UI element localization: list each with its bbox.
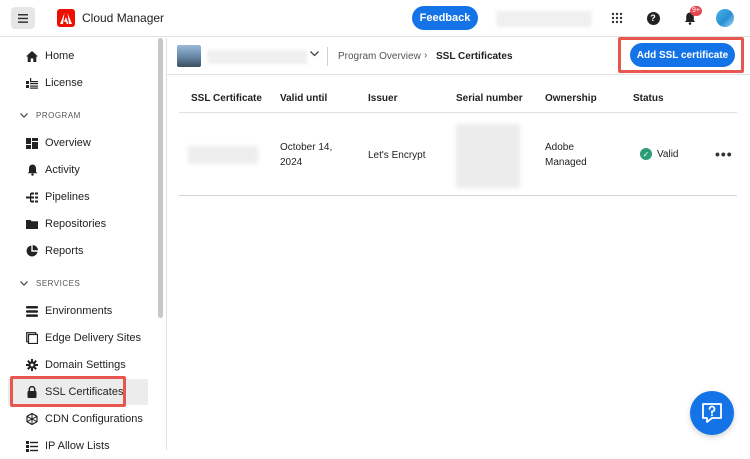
sidebar-item-label: Pipelines (45, 191, 90, 203)
app-title: Cloud Manager (82, 11, 165, 25)
sidebar-item-edge-delivery-sites[interactable]: Edge Delivery Sites (0, 325, 150, 351)
bell-icon[interactable]: 9+ (681, 6, 702, 27)
column-header-serial-number[interactable]: Serial number (456, 93, 523, 104)
sidebar-item-activity[interactable]: Activity (0, 157, 150, 183)
status-label: Valid (657, 148, 679, 160)
serial-number-redacted (456, 124, 520, 188)
hamburger-icon[interactable] (11, 7, 35, 29)
ownership-line2: Managed (545, 157, 587, 168)
org-switcher[interactable] (496, 11, 592, 27)
sidebar-item-pipelines[interactable]: Pipelines (0, 184, 150, 210)
sidebar-item-label: Repositories (45, 218, 107, 230)
sidebar-item-domain-settings[interactable]: Domain Settings (0, 352, 150, 378)
sidebar-item-reports[interactable]: Reports (0, 238, 150, 264)
adobe-logo-icon (57, 9, 75, 27)
breadcrumb-program-overview[interactable]: Program Overview (338, 51, 421, 62)
table-row-divider (179, 195, 737, 196)
help-bubble-icon (702, 403, 722, 423)
status-cell: ✓ Valid (640, 148, 679, 160)
program-selector[interactable] (207, 50, 307, 64)
sidebar-item-home[interactable]: Home (0, 43, 150, 69)
sidebar-item-label: Edge Delivery Sites (45, 332, 141, 344)
sidebar-item-label: License (45, 77, 83, 89)
services-section-header[interactable]: SERVICES (20, 279, 80, 288)
sidebar-item-label: Overview (45, 137, 91, 149)
column-header-ssl-certificate[interactable]: SSL Certificate (191, 93, 262, 104)
column-header-status[interactable]: Status (633, 93, 664, 104)
sidebar-item-label: Reports (45, 245, 84, 257)
edge-icon (26, 332, 38, 344)
column-header-issuer[interactable]: Issuer (368, 93, 397, 104)
ownership-cell: Adobe Managed (545, 140, 587, 170)
check-circle-icon: ✓ (640, 148, 652, 160)
bell-icon (26, 164, 38, 176)
sidebar-item-label: Activity (45, 164, 80, 176)
breadcrumb-current: SSL Certificates (436, 51, 513, 62)
section-label: SERVICES (36, 279, 81, 288)
help-icon[interactable]: ? (644, 9, 662, 27)
sidebar-item-license[interactable]: License (0, 70, 150, 96)
ownership-line1: Adobe (545, 142, 574, 153)
program-thumbnail (177, 45, 201, 67)
top-bar: Cloud Manager Feedback ? 9+ (0, 0, 750, 37)
sidebar-item-label: Domain Settings (45, 359, 126, 371)
valid-until-line2: 2024 (280, 157, 303, 168)
license-icon (26, 77, 38, 89)
sidebar-item-ip-allow-lists[interactable]: IP Allow Lists (0, 433, 150, 459)
cdn-icon (26, 413, 38, 425)
pie-chart-icon (26, 245, 38, 257)
sidebar-item-cdn-configurations[interactable]: CDN Configurations (0, 406, 150, 432)
valid-until-cell: October 14, 2024 (280, 140, 332, 170)
valid-until-line1: October 14, (280, 142, 333, 153)
program-section-header[interactable]: PROGRAM (20, 111, 81, 120)
home-icon (26, 50, 38, 62)
sidebar-item-label: IP Allow Lists (45, 440, 110, 452)
apps-grid-icon[interactable] (608, 9, 626, 27)
highlight-box-ssl-nav (10, 376, 126, 407)
sidebar-item-label: Environments (45, 305, 113, 317)
breadcrumb-separator-icon: › (424, 50, 428, 61)
issuer-cell: Let's Encrypt (368, 150, 426, 161)
sidebar-item-environments[interactable]: Environments (0, 298, 150, 324)
highlight-box-add-button (618, 37, 744, 73)
certificate-name-redacted (188, 146, 258, 164)
section-label: PROGRAM (36, 111, 81, 120)
help-chat-button[interactable] (690, 391, 734, 435)
feedback-button[interactable]: Feedback (412, 6, 478, 30)
pipeline-icon (26, 191, 38, 203)
column-header-valid-until[interactable]: Valid until (280, 93, 327, 104)
gear-icon (26, 359, 38, 371)
table-header-divider (179, 112, 737, 113)
chevron-down-icon (20, 111, 28, 120)
sidebar-item-overview[interactable]: Overview (0, 130, 150, 156)
header-divider (327, 47, 328, 66)
sidebar-item-label: Home (45, 50, 75, 62)
chevron-down-icon (20, 279, 28, 288)
avatar[interactable] (716, 9, 734, 27)
more-actions-icon[interactable]: ••• (715, 146, 733, 162)
chevron-down-icon[interactable] (310, 49, 319, 60)
folder-icon (26, 218, 38, 230)
notification-badge: 9+ (690, 6, 702, 16)
sidebar-item-label: CDN Configurations (45, 413, 143, 425)
sidebar-item-repositories[interactable]: Repositories (0, 211, 150, 237)
sidebar-scrollbar[interactable] (158, 38, 163, 318)
ip-list-icon (26, 440, 38, 452)
column-header-ownership[interactable]: Ownership (545, 93, 597, 104)
overview-icon (26, 137, 38, 149)
environments-icon (26, 305, 38, 317)
